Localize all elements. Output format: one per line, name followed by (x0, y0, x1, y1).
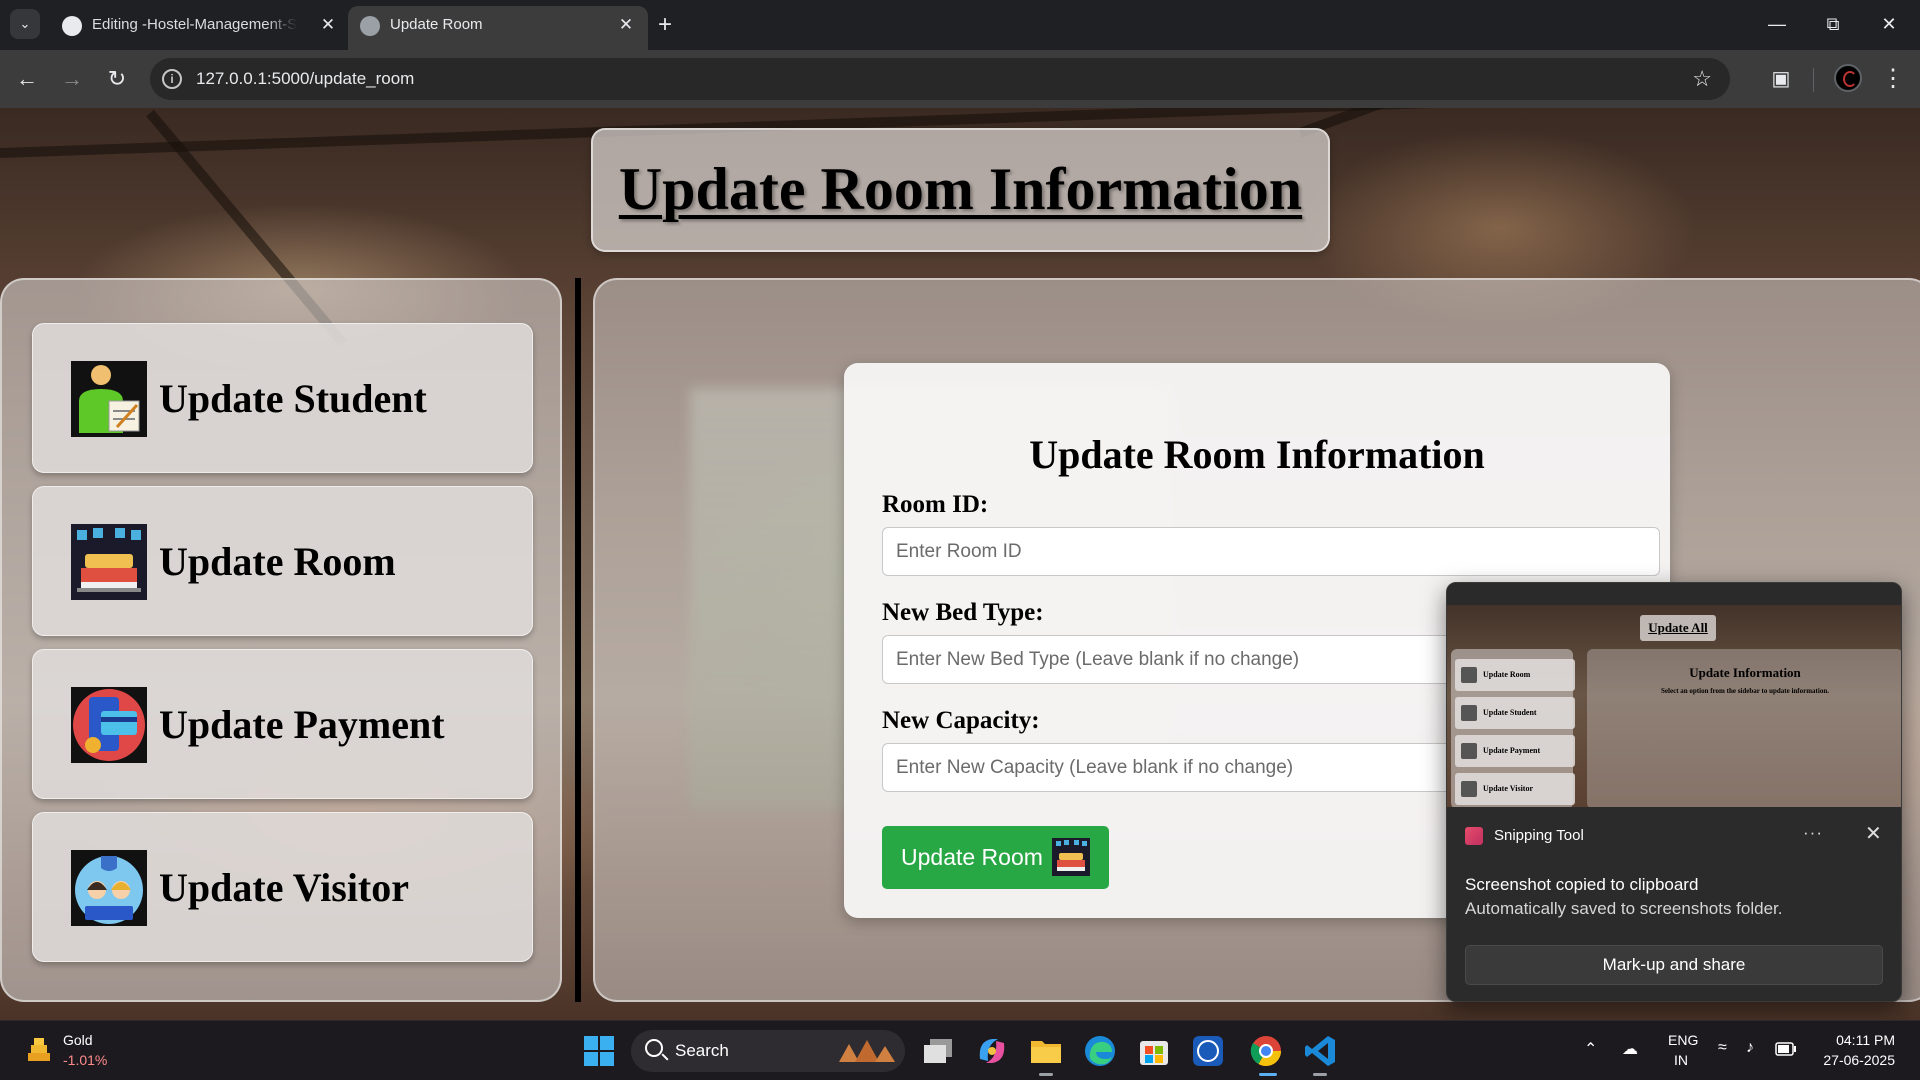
snipping-tool-icon (1465, 827, 1483, 845)
minimize-icon[interactable]: — (1750, 0, 1804, 50)
github-icon (62, 16, 82, 36)
file-explorer-icon[interactable] (1028, 1033, 1064, 1069)
thumbnail-browser-chrome (1447, 583, 1901, 605)
tab-editing-repo[interactable]: Editing -Hostel-Management-S ✕ (50, 6, 350, 50)
room-id-input[interactable] (882, 527, 1660, 576)
clock-time[interactable]: 04:11 PM (1835, 1032, 1895, 1048)
search-highlight-icon (839, 1040, 895, 1062)
toast-app-name: Snipping Tool (1494, 827, 1584, 844)
url-text[interactable]: 127.0.0.1:5000/update_room (196, 58, 414, 100)
active-indicator (1313, 1073, 1327, 1076)
windows-start-icon[interactable] (581, 1033, 617, 1069)
vertical-divider (575, 278, 581, 1002)
sidebar-item-label: Update Visitor (159, 865, 409, 910)
address-bar[interactable]: i 127.0.0.1:5000/update_room ☆ (150, 58, 1730, 100)
reload-icon[interactable]: ↻ (100, 62, 134, 96)
dell-icon[interactable] (1190, 1033, 1226, 1069)
taskbar-search[interactable]: Search (631, 1030, 905, 1072)
toast-body: Automatically saved to screenshots folde… (1465, 899, 1783, 918)
widget-change[interactable]: -1.01% (63, 1052, 107, 1068)
profile-avatar[interactable] (1834, 64, 1862, 92)
copilot-icon[interactable] (974, 1033, 1010, 1069)
site-info-icon[interactable]: i (162, 69, 182, 89)
payment-icon (71, 687, 147, 763)
globe-icon (360, 16, 380, 36)
thumbnail-heading: Update Information (1689, 665, 1801, 680)
tab-search-dropdown-icon[interactable]: ⌄ (10, 9, 40, 39)
sidebar-item-label: Update Payment (159, 702, 445, 747)
visitor-icon (71, 850, 147, 926)
battery-icon[interactable] (1775, 1042, 1797, 1056)
cloud-offline-icon[interactable]: ☁ (1622, 1039, 1638, 1059)
window-close-icon[interactable]: ✕ (1862, 0, 1916, 50)
tab-close-icon[interactable]: ✕ (614, 6, 638, 44)
page-title-box: Update Room Information (591, 128, 1330, 252)
active-indicator (1039, 1073, 1053, 1076)
room-id-label: Room ID: (882, 491, 989, 518)
extensions-icon[interactable]: ▣ (1764, 62, 1798, 96)
thumbnail-item: Update Visitor (1455, 773, 1575, 805)
room-icon (71, 524, 147, 600)
forward-icon[interactable]: → (55, 62, 89, 96)
sidebar-item-update-room[interactable]: Update Room (32, 486, 533, 636)
student-icon (71, 361, 147, 437)
gold-bars-icon[interactable] (26, 1035, 52, 1065)
sidebar-item-update-visitor[interactable]: Update Visitor (32, 812, 533, 962)
thumbnail-item: Update Room (1455, 659, 1575, 691)
language-indicator[interactable]: ENG (1668, 1032, 1698, 1048)
widget-name[interactable]: Gold (63, 1032, 93, 1048)
sidebar-item-label: Update Room (159, 539, 396, 584)
toast-title: Screenshot copied to clipboard (1465, 875, 1699, 894)
more-options-icon[interactable]: ··· (1803, 823, 1823, 843)
show-hidden-icons-icon[interactable]: ⌃ (1584, 1039, 1597, 1059)
update-room-button[interactable]: Update Room (882, 826, 1109, 889)
search-label: Search (675, 1041, 729, 1060)
tab-label: Editing -Hostel-Management-S (92, 16, 298, 33)
volume-icon[interactable]: ♪ (1746, 1039, 1754, 1057)
capacity-label: New Capacity: (882, 707, 1040, 734)
bed-type-label: New Bed Type: (882, 599, 1044, 626)
thumbnail-item: Update Payment (1455, 735, 1575, 767)
tab-update-room[interactable]: Update Room ✕ (348, 6, 648, 50)
tab-close-icon[interactable]: ✕ (316, 6, 340, 44)
region-indicator[interactable]: IN (1674, 1052, 1688, 1068)
update-room-button-label: Update Room (901, 844, 1043, 870)
form-title: Update Room Information (1029, 432, 1485, 477)
wifi-icon[interactable]: ≈ (1718, 1039, 1727, 1057)
active-indicator (1259, 1073, 1277, 1076)
clock-date[interactable]: 27-06-2025 (1818, 1052, 1895, 1068)
restore-icon[interactable]: ⧉ (1806, 0, 1860, 50)
microsoft-store-icon[interactable] (1136, 1033, 1172, 1069)
screenshot-thumbnail[interactable]: Update All Update Room Update Student Up… (1447, 583, 1901, 807)
tab-label: Update Room (390, 16, 483, 33)
toolbar-separator (1813, 68, 1814, 92)
menu-kebab-icon[interactable]: ⋮ (1876, 62, 1910, 96)
page-title: Update Room Information (618, 156, 1303, 222)
sidebar: Update Student Update Room Update Paymen… (0, 278, 562, 1002)
thumbnail-subtext: Select an option from the sidebar to upd… (1661, 687, 1829, 695)
search-icon (645, 1039, 663, 1057)
background-beam (1298, 108, 1678, 138)
new-tab-button[interactable]: + (650, 8, 680, 42)
chrome-icon[interactable] (1248, 1033, 1284, 1069)
tab-strip: ⌄ Editing -Hostel-Management-S ✕ Update … (0, 0, 1920, 50)
edge-icon[interactable] (1082, 1033, 1118, 1069)
back-icon[interactable]: ← (10, 62, 44, 96)
task-view-icon[interactable] (920, 1033, 956, 1069)
bookmark-star-icon[interactable]: ☆ (1692, 58, 1712, 100)
vscode-icon[interactable] (1302, 1033, 1338, 1069)
thumbnail-item: Update Student (1455, 697, 1575, 729)
snipping-tool-notification: Update All Update Room Update Student Up… (1446, 582, 1902, 1002)
browser-toolbar: ← → ↻ i 127.0.0.1:5000/update_room ☆ ▣ ⋮ (0, 50, 1920, 108)
markup-and-share-button[interactable]: Mark-up and share (1465, 945, 1883, 985)
sidebar-item-update-payment[interactable]: Update Payment (32, 649, 533, 799)
taskbar: Gold -1.01% Search ⌃ ☁ ENG IN ≈ ♪ 04:11 … (0, 1020, 1920, 1080)
sidebar-item-label: Update Student (159, 376, 427, 421)
toast-close-icon[interactable]: ✕ (1865, 821, 1882, 846)
sidebar-item-update-student[interactable]: Update Student (32, 323, 533, 473)
room-icon (1052, 838, 1090, 876)
thumbnail-title: Update All (1640, 615, 1716, 641)
